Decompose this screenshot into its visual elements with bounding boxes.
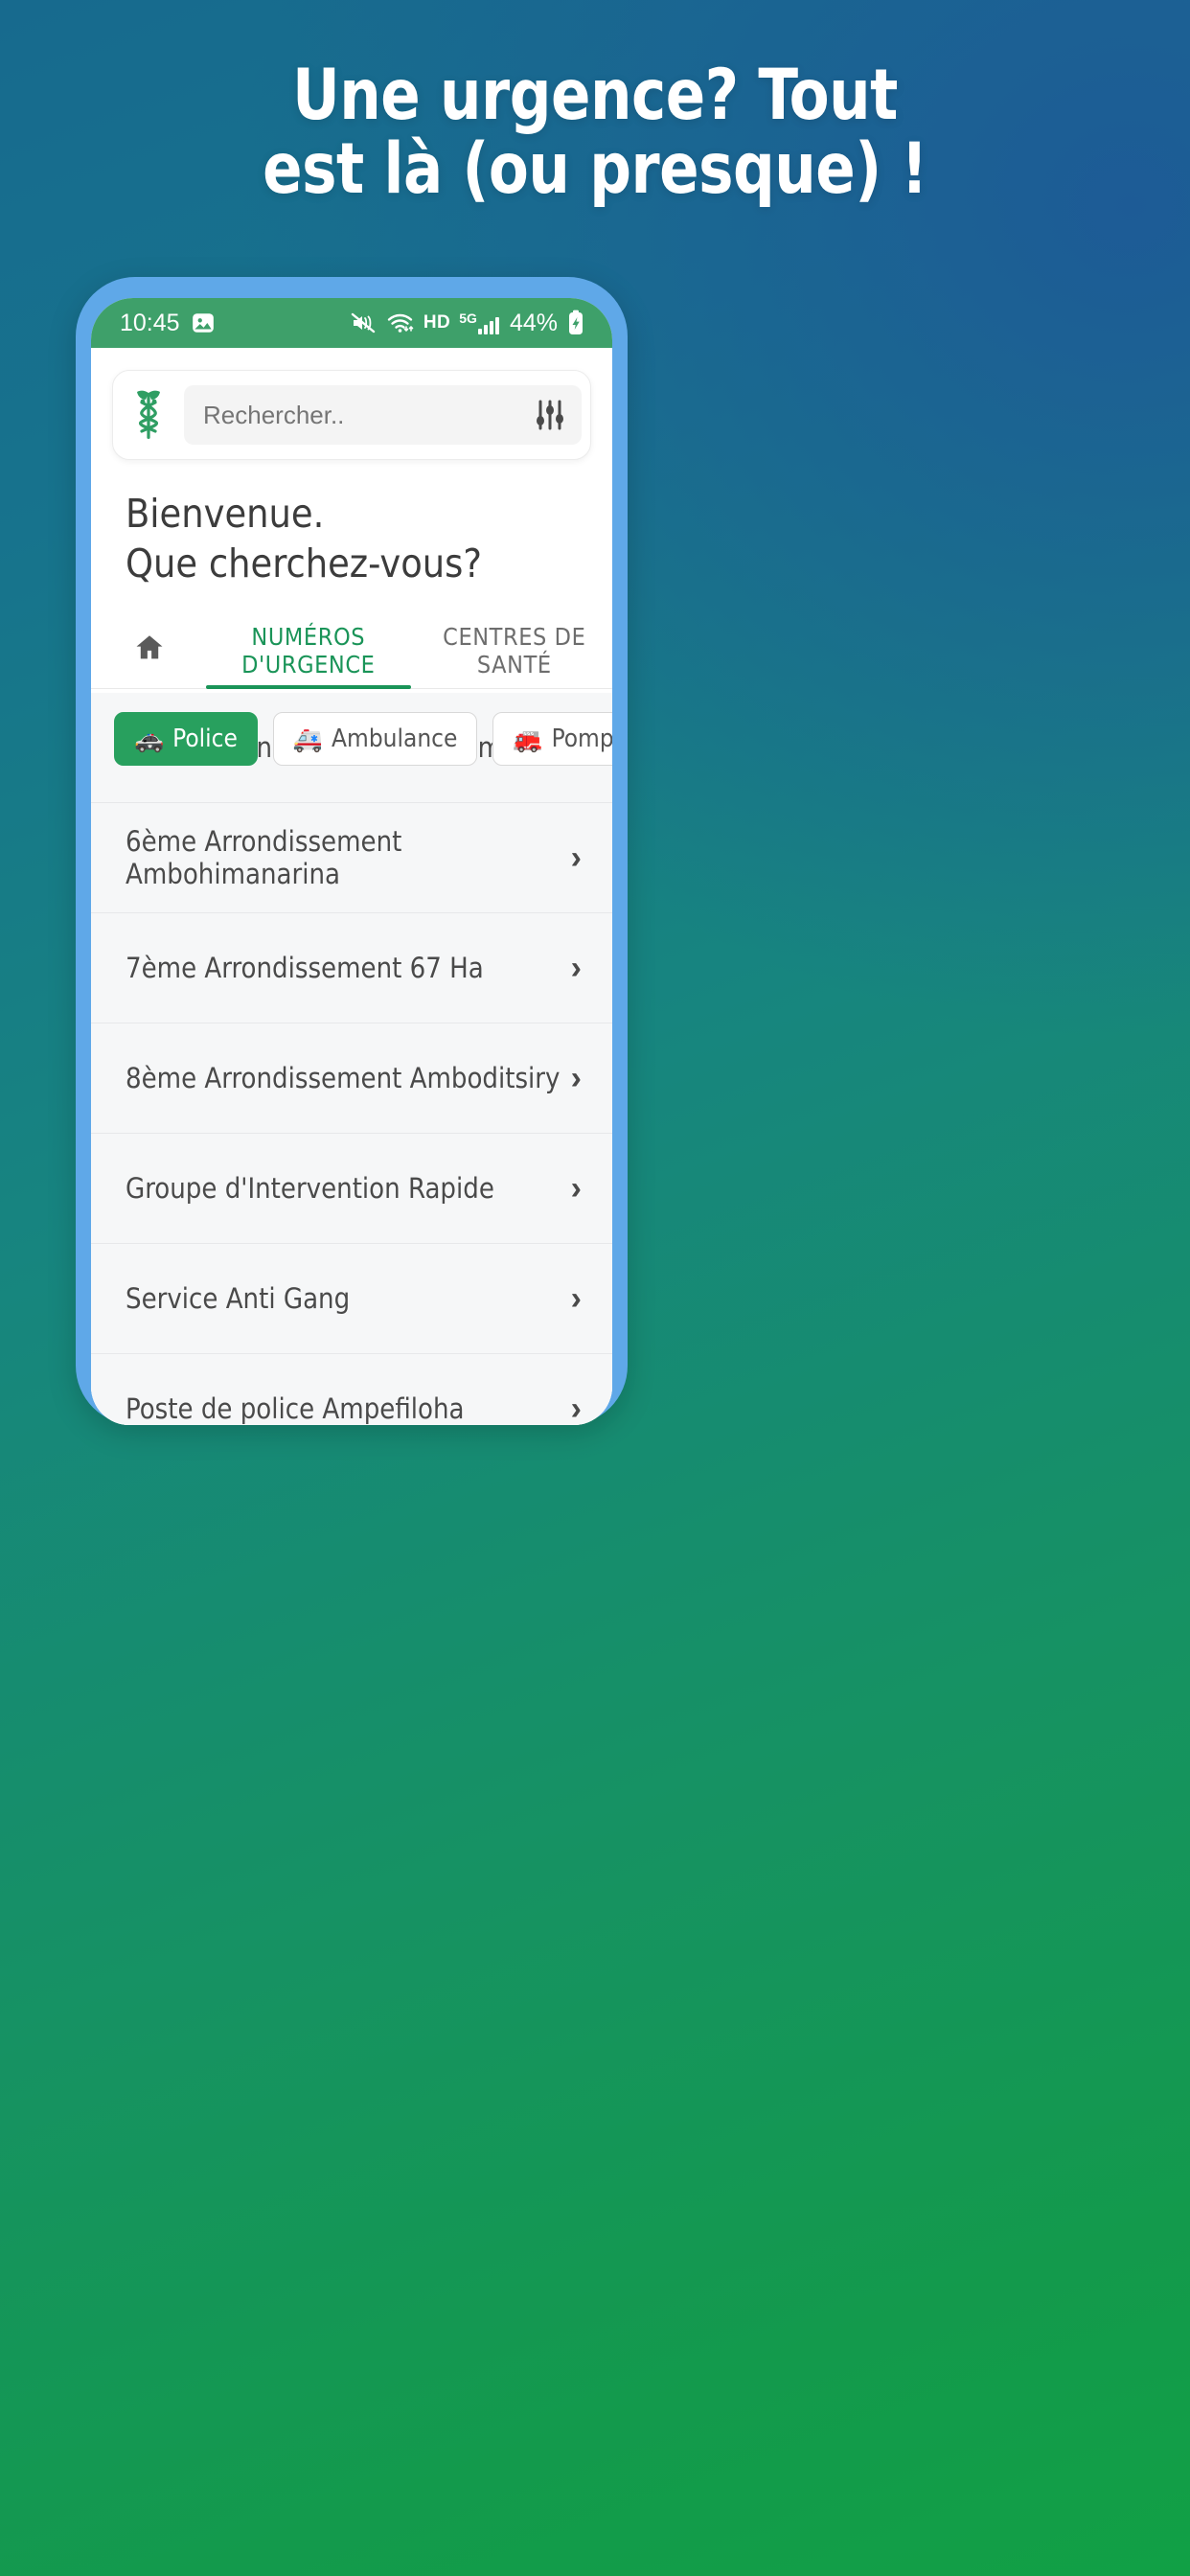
promo-headline: Une urgence? Tout est là (ou presque) ! — [41, 58, 1148, 210]
ambulance-icon: 🚑 — [292, 724, 324, 753]
chevron-right-icon: › — [570, 840, 582, 876]
network-signal-icon: 5G — [459, 311, 499, 334]
police-car-icon: 🚓 — [134, 724, 165, 753]
list-item-label: 8ème Arrondissement Amboditsiry — [126, 1062, 561, 1094]
list-item-label: 6ème Arrondissement Ambohimanarina — [126, 825, 402, 890]
status-bar-right: HD 5G 44% — [351, 310, 585, 337]
chevron-right-icon: › — [570, 1060, 582, 1096]
signal-bars-icon — [477, 315, 499, 334]
tab-home[interactable] — [124, 614, 200, 688]
list-item[interactable]: Groupe d'Intervention Rapide › — [91, 1134, 612, 1244]
search-card — [112, 370, 591, 460]
category-chip-bar: 🚓 Police 🚑 Ambulance 🚒 Pompiers — [91, 712, 612, 766]
chip-pompiers-label: Pompiers — [551, 724, 612, 753]
chip-police[interactable]: 🚓 Police — [114, 712, 258, 766]
welcome-heading: Bienvenue. Que cherchez-vous? — [91, 460, 612, 589]
welcome-line1: Bienvenue. — [126, 491, 325, 537]
filter-sliders-icon[interactable] — [534, 399, 566, 431]
list-item-label: Poste de police Ampefiloha — [126, 1392, 465, 1425]
status-bar: 10:45 HD 5G 44% — [91, 298, 612, 348]
status-bar-left: 10:45 — [120, 310, 216, 337]
list-item-label: Service Anti Gang — [126, 1282, 351, 1315]
search-field[interactable] — [184, 385, 582, 445]
list-item-label: Groupe d'Intervention Rapide — [126, 1172, 494, 1205]
search-input[interactable] — [203, 400, 524, 430]
tab-numeros-urgence[interactable]: NUMÉROS D'URGENCE — [200, 614, 417, 689]
promo-headline-line1: Une urgence? Tout — [292, 55, 898, 136]
home-icon — [133, 632, 166, 670]
chevron-right-icon: › — [570, 950, 582, 986]
chip-ambulance[interactable]: 🚑 Ambulance — [272, 712, 478, 766]
phone-screen: 10:45 HD 5G 44% Rechercher.. Bienvenue. … — [91, 298, 612, 1425]
chevron-right-icon: › — [570, 1391, 582, 1425]
list-item[interactable]: 8ème Arrondissement Amboditsiry › — [91, 1024, 612, 1134]
promo-headline-line2: est là (ou presque) ! — [263, 127, 927, 210]
hd-label: HD — [423, 312, 451, 333]
mute-vibrate-icon — [351, 311, 378, 334]
wifi-icon — [386, 311, 415, 334]
welcome-line2: Que cherchez-vous? — [126, 540, 482, 587]
chevron-right-icon: › — [570, 1280, 582, 1317]
battery-percent: 44% — [509, 309, 558, 336]
list-item[interactable]: 6ème Arrondissement Ambohimanarina › — [91, 803, 612, 913]
chip-pompiers[interactable]: 🚒 Pompiers — [492, 712, 612, 766]
list-item[interactable]: Service Anti Gang › — [91, 1244, 612, 1354]
tab-centres-sante[interactable]: CENTRES DE SANTÉ — [417, 614, 612, 688]
chevron-right-icon: › — [570, 1170, 582, 1207]
list-item[interactable]: 7ème Arrondissement 67 Ha › — [91, 913, 612, 1024]
network-label: 5G — [459, 310, 477, 326]
image-icon — [191, 310, 216, 335]
status-bar-time: 10:45 — [120, 309, 180, 336]
tab-bar: NUMÉROS D'URGENCE CENTRES DE SANTÉ — [91, 614, 612, 689]
caduceus-logo-icon — [126, 387, 171, 443]
chip-ambulance-label: Ambulance — [332, 724, 458, 753]
list-item-label: 7ème Arrondissement 67 Ha — [126, 952, 484, 984]
phone-mockup: 10:45 HD 5G 44% Rechercher.. Bienvenue. … — [76, 277, 628, 1425]
battery-charging-icon — [566, 310, 585, 336]
fire-engine-icon: 🚒 — [513, 724, 543, 753]
chip-police-label: Police — [172, 724, 238, 753]
emergency-number-list[interactable]: 5ème Arrondissement Manamasina › 6ème Ar… — [91, 693, 612, 1425]
list-item[interactable]: Poste de police Ampefiloha › — [91, 1354, 612, 1425]
